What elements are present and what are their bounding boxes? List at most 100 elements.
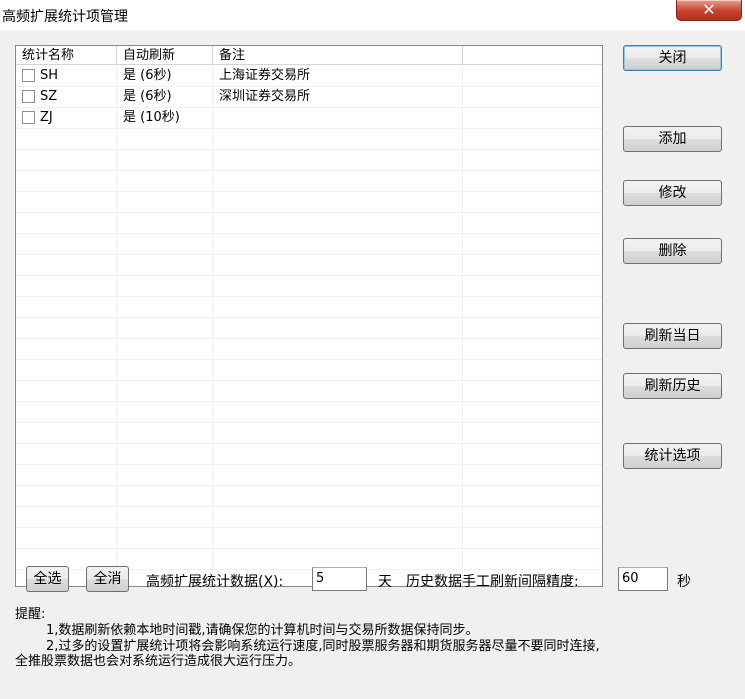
empty-row bbox=[16, 423, 602, 444]
add-button[interactable]: 添加 bbox=[623, 126, 722, 152]
empty-row bbox=[16, 171, 602, 192]
column-header-refresh[interactable]: 自动刷新 bbox=[117, 46, 213, 65]
empty-row bbox=[16, 150, 602, 171]
cell-name: SZ bbox=[16, 87, 117, 107]
empty-cell bbox=[213, 192, 463, 212]
empty-cell bbox=[463, 528, 602, 548]
empty-cell bbox=[16, 360, 117, 380]
empty-cell bbox=[16, 507, 117, 527]
empty-cell bbox=[463, 549, 602, 569]
cell-name: SH bbox=[16, 66, 117, 86]
table-row[interactable]: SZ 是 (6秒) 深圳证券交易所 bbox=[16, 87, 602, 108]
column-header-name[interactable]: 统计名称 bbox=[16, 46, 117, 65]
note-line-3: 全推股票数据也会对系统运行造成很大运行压力。 bbox=[15, 654, 302, 669]
empty-cell bbox=[463, 486, 602, 506]
empty-cell bbox=[463, 234, 602, 254]
empty-cell bbox=[463, 423, 602, 443]
empty-cell bbox=[16, 381, 117, 401]
empty-cell bbox=[213, 444, 463, 464]
empty-cell bbox=[117, 234, 213, 254]
empty-row bbox=[16, 276, 602, 297]
empty-row bbox=[16, 234, 602, 255]
empty-cell bbox=[117, 360, 213, 380]
empty-cell bbox=[16, 234, 117, 254]
empty-cell bbox=[117, 402, 213, 422]
empty-row bbox=[16, 444, 602, 465]
column-header-extra[interactable] bbox=[463, 46, 602, 65]
empty-cell bbox=[463, 444, 602, 464]
empty-cell bbox=[213, 255, 463, 275]
empty-cell bbox=[463, 276, 602, 296]
empty-cell bbox=[117, 297, 213, 317]
cell-extra bbox=[463, 108, 602, 128]
empty-cell bbox=[213, 213, 463, 233]
empty-cell bbox=[463, 339, 602, 359]
cell-note bbox=[213, 108, 463, 128]
cell-note: 上海证券交易所 bbox=[213, 66, 463, 86]
empty-cell bbox=[117, 423, 213, 443]
days-input[interactable]: 5 bbox=[312, 567, 367, 591]
dialog-client: 统计名称 自动刷新 备注 SH 是 (6秒) 上海证券交易所 SZ 是 (6秒) 深圳证券… bbox=[0, 30, 745, 699]
empty-cell bbox=[213, 549, 463, 569]
empty-cell bbox=[213, 171, 463, 191]
cell-refresh: 是 (6秒) bbox=[117, 87, 213, 107]
empty-cell bbox=[16, 192, 117, 212]
empty-cell bbox=[463, 192, 602, 212]
empty-cell bbox=[117, 444, 213, 464]
empty-cell bbox=[117, 549, 213, 569]
empty-cell bbox=[463, 507, 602, 527]
empty-cell bbox=[463, 213, 602, 233]
column-header-note[interactable]: 备注 bbox=[213, 46, 463, 65]
row-name: SZ bbox=[40, 89, 58, 104]
edit-button[interactable]: 修改 bbox=[623, 180, 722, 206]
select-all-button[interactable]: 全选 bbox=[26, 566, 69, 592]
empty-cell bbox=[117, 507, 213, 527]
cell-extra bbox=[463, 87, 602, 107]
empty-cell bbox=[117, 339, 213, 359]
cell-extra bbox=[463, 66, 602, 86]
empty-cell bbox=[16, 318, 117, 338]
close-button[interactable]: 关闭 bbox=[623, 45, 722, 71]
empty-cell bbox=[213, 528, 463, 548]
row-checkbox[interactable] bbox=[22, 90, 35, 103]
stat-options-button[interactable]: 统计选项 bbox=[623, 443, 722, 469]
refresh-history-button[interactable]: 刷新历史 bbox=[623, 373, 722, 399]
empty-row bbox=[16, 528, 602, 549]
interval-input[interactable]: 60 bbox=[618, 567, 668, 591]
empty-cell bbox=[463, 129, 602, 149]
empty-cell bbox=[463, 150, 602, 170]
empty-cell bbox=[16, 339, 117, 359]
empty-cell bbox=[117, 528, 213, 548]
table-row[interactable]: SH 是 (6秒) 上海证券交易所 bbox=[16, 66, 602, 87]
empty-row bbox=[16, 339, 602, 360]
empty-cell bbox=[213, 507, 463, 527]
interval-label: 历史数据手工刷新间隔精度: bbox=[406, 574, 579, 590]
notes-heading: 提醒: bbox=[15, 607, 46, 622]
empty-cell bbox=[213, 339, 463, 359]
row-checkbox[interactable] bbox=[22, 111, 35, 124]
deselect-all-button[interactable]: 全消 bbox=[86, 566, 129, 592]
empty-cell bbox=[16, 297, 117, 317]
empty-cell bbox=[16, 213, 117, 233]
empty-cell bbox=[213, 129, 463, 149]
stat-items-list[interactable]: 统计名称 自动刷新 备注 SH 是 (6秒) 上海证券交易所 SZ 是 (6秒) 深圳证券… bbox=[15, 45, 603, 587]
row-checkbox[interactable] bbox=[22, 69, 35, 82]
delete-button[interactable]: 删除 bbox=[623, 238, 722, 264]
empty-cell bbox=[16, 255, 117, 275]
cell-refresh: 是 (10秒) bbox=[117, 108, 213, 128]
empty-cell bbox=[463, 402, 602, 422]
empty-cell bbox=[463, 465, 602, 485]
empty-cell bbox=[463, 360, 602, 380]
window-close-icon[interactable]: ✕ bbox=[676, 0, 742, 21]
empty-cell bbox=[213, 234, 463, 254]
empty-cell bbox=[117, 150, 213, 170]
cell-refresh: 是 (6秒) bbox=[117, 66, 213, 86]
empty-cell bbox=[16, 465, 117, 485]
empty-cell bbox=[463, 318, 602, 338]
empty-row bbox=[16, 486, 602, 507]
window-title: 高频扩展统计项管理 bbox=[2, 9, 128, 25]
refresh-today-button[interactable]: 刷新当日 bbox=[623, 323, 722, 349]
table-row[interactable]: ZJ 是 (10秒) bbox=[16, 108, 602, 129]
empty-cell bbox=[213, 360, 463, 380]
empty-cell bbox=[16, 402, 117, 422]
